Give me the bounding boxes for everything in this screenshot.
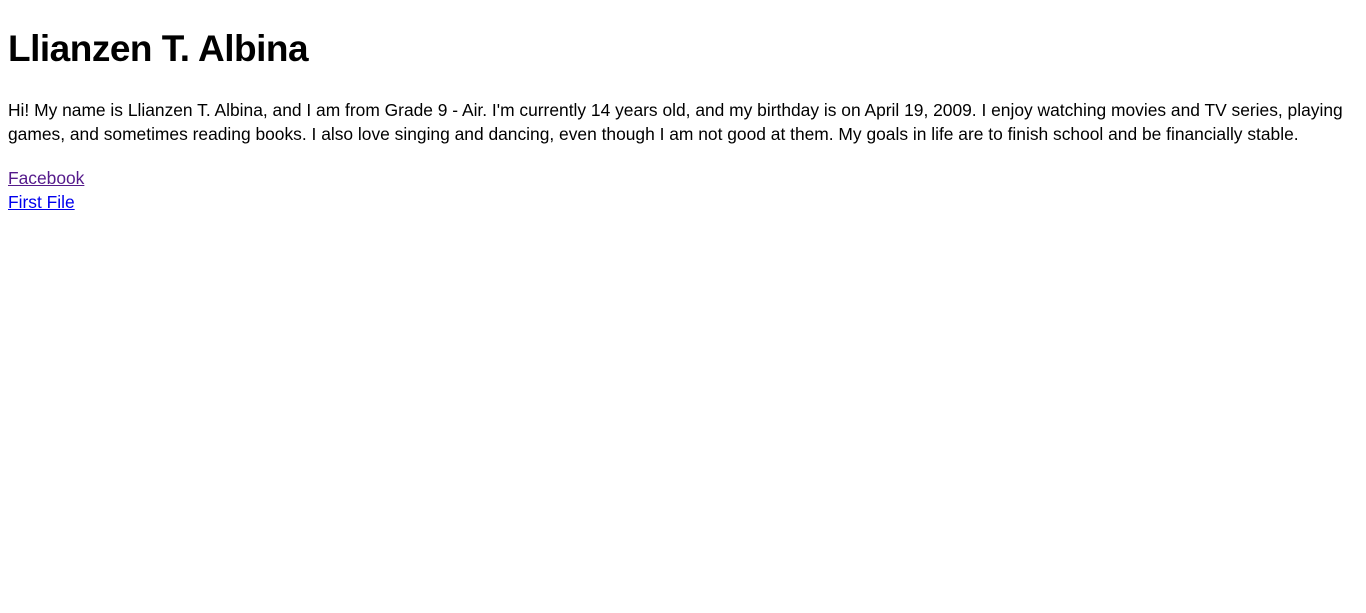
first-file-link[interactable]: First File <box>8 190 75 214</box>
facebook-link[interactable]: Facebook <box>8 166 84 190</box>
bio-paragraph: Hi! My name is Llianzen T. Albina, and I… <box>8 100 1343 144</box>
page-content: Llianzen T. Albina Hi! My name is Llianz… <box>0 27 1366 214</box>
links-list: Facebook First File <box>8 166 1358 214</box>
page-title: Llianzen T. Albina <box>8 28 309 69</box>
